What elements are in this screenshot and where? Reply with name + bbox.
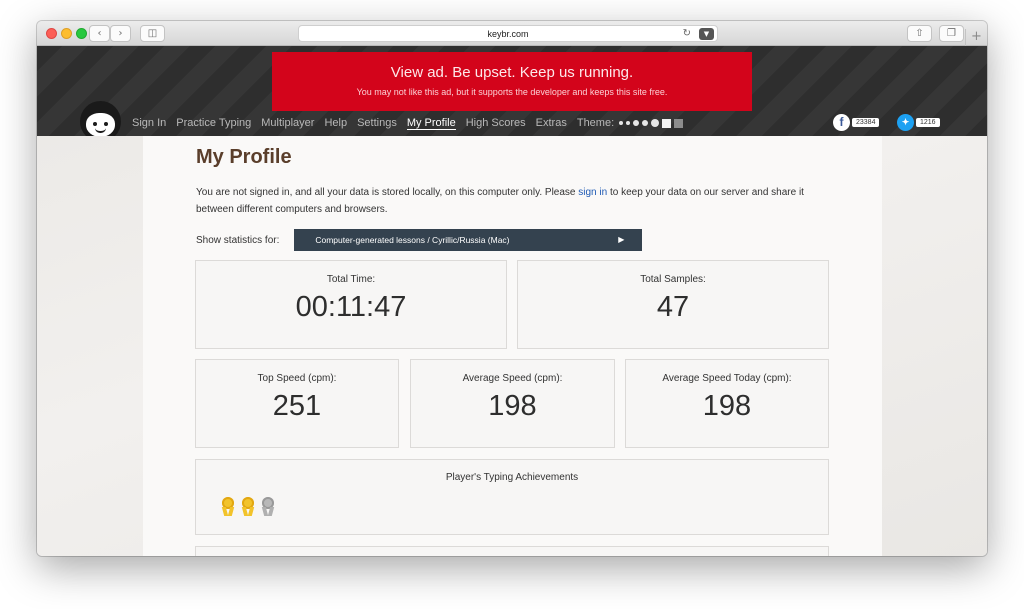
facebook-icon: f [833, 114, 850, 131]
statistics-filter: Show statistics for: Computer-generated … [196, 229, 643, 251]
url-text: keybr.com [487, 29, 529, 39]
total-time-card: Total Time: 00:11:47 [195, 260, 507, 349]
stats-filter-label: Show statistics for: [196, 234, 280, 246]
reload-icon[interactable]: ↻ [683, 26, 691, 42]
back-button[interactable]: ‹ [89, 25, 110, 42]
facebook-share[interactable]: f 23384 [833, 114, 880, 131]
silver-medal-icon[interactable] [261, 497, 275, 517]
tabs-icon: ❐ [947, 28, 956, 39]
page-title: My Profile [196, 146, 292, 168]
average-speed-label: Average Speed (cpm): [462, 373, 563, 384]
main-nav: Sign In Practice Typing Multiplayer Help… [132, 115, 684, 131]
total-samples-value: 47 [656, 291, 690, 323]
logo-face-icon [86, 113, 115, 137]
twitter-icon: ✦ [897, 114, 914, 131]
twitter-count: 1216 [916, 118, 940, 127]
facebook-count: 23384 [852, 118, 880, 127]
achievements-title: Player's Typing Achievements [445, 472, 579, 483]
total-samples-label: Total Samples: [640, 274, 706, 285]
theme-label: Theme: [576, 117, 615, 129]
profile-content: My Profile You are not signed in, and al… [143, 136, 882, 556]
nav-high-scores[interactable]: High Scores [466, 117, 526, 129]
achievements-card: Player's Typing Achievements [195, 459, 829, 535]
theme-option-medium[interactable] [633, 120, 640, 126]
share-button[interactable]: ⇧ [907, 25, 932, 42]
forward-icon: › [118, 28, 123, 39]
ad-title: View ad. Be upset. Keep us running. [390, 64, 634, 81]
share-icon: ⇧ [915, 28, 924, 39]
sidebar-button[interactable]: ◫ [140, 25, 165, 42]
logo-eye-icon [93, 122, 97, 126]
average-speed-value: 198 [488, 390, 537, 422]
average-speed-today-card: Average Speed Today (cpm): 198 [625, 359, 829, 448]
gold-medal-icon[interactable] [241, 497, 255, 517]
storage-notice: You are not signed in, and all your data… [196, 184, 836, 218]
average-speed-today-value: 198 [702, 390, 752, 422]
notice-text-before: You are not signed in, and all your data… [196, 187, 579, 198]
theme-option-dark[interactable] [674, 118, 684, 128]
logo-mouth-icon [95, 128, 106, 133]
nav-sign-in[interactable]: Sign In [132, 117, 166, 129]
play-arrow-icon: ▶ [618, 235, 625, 244]
theme-option-large[interactable] [642, 120, 649, 126]
top-speed-card: Top Speed (cpm): 251 [195, 359, 399, 448]
sidebar-icon: ◫ [147, 28, 158, 39]
nav-my-profile[interactable]: My Profile [406, 117, 456, 130]
achievements-medals [221, 497, 275, 517]
top-speed-label: Top Speed (cpm): [257, 373, 337, 384]
nav-help[interactable]: Help [324, 117, 347, 129]
sign-in-link[interactable]: sign in [578, 187, 607, 198]
stats-filter-value: Computer-generated lessons / Cyrillic/Ru… [315, 235, 510, 245]
title-bar: ‹ › ◫ keybr.com ↻ ▼ ⇧ ❐ + [37, 21, 987, 47]
back-icon: ‹ [97, 28, 102, 39]
browser-window: ‹ › ◫ keybr.com ↻ ▼ ⇧ ❐ + View ad. Be up… [37, 21, 987, 556]
minimize-window-button[interactable] [61, 28, 72, 39]
gold-medal-icon[interactable] [221, 497, 235, 517]
logo-eye-icon [104, 122, 108, 126]
site-header: View ad. Be upset. Keep us running. You … [37, 46, 987, 142]
theme-option-light[interactable] [662, 118, 672, 128]
theme-option-small[interactable] [626, 121, 631, 125]
nav-extras[interactable]: Extras [536, 117, 567, 129]
ad-subtitle: You may not like this ad, but it support… [356, 87, 668, 97]
new-tab-button[interactable]: + [965, 29, 987, 47]
nav-practice-typing[interactable]: Practice Typing [176, 117, 251, 129]
theme-selector: Theme: [576, 117, 684, 129]
twitter-share[interactable]: ✦ 1216 [897, 114, 940, 131]
next-section-card [195, 546, 829, 556]
average-speed-today-label: Average Speed Today (cpm): [662, 373, 792, 384]
total-time-value: 00:11:47 [295, 291, 407, 323]
address-bar[interactable]: keybr.com ↻ ▼ [298, 25, 718, 42]
theme-option-tiny[interactable] [619, 121, 624, 125]
theme-option-xlarge[interactable] [651, 119, 660, 127]
tabs-button[interactable]: ❐ [939, 25, 964, 42]
total-samples-card: Total Samples: 47 [517, 260, 829, 349]
average-speed-card: Average Speed (cpm): 198 [410, 359, 615, 448]
forward-button[interactable]: › [110, 25, 131, 42]
zoom-window-button[interactable] [76, 28, 87, 39]
close-window-button[interactable] [46, 28, 57, 39]
top-speed-value: 251 [272, 390, 322, 422]
nav-multiplayer[interactable]: Multiplayer [261, 117, 314, 129]
pocket-icon[interactable]: ▼ [699, 28, 714, 40]
ad-banner[interactable]: View ad. Be upset. Keep us running. You … [272, 52, 752, 111]
nav-settings[interactable]: Settings [357, 117, 397, 129]
stats-filter-select[interactable]: Computer-generated lessons / Cyrillic/Ru… [294, 229, 643, 251]
new-tab-icon: + [971, 29, 982, 44]
total-time-label: Total Time: [326, 274, 376, 285]
